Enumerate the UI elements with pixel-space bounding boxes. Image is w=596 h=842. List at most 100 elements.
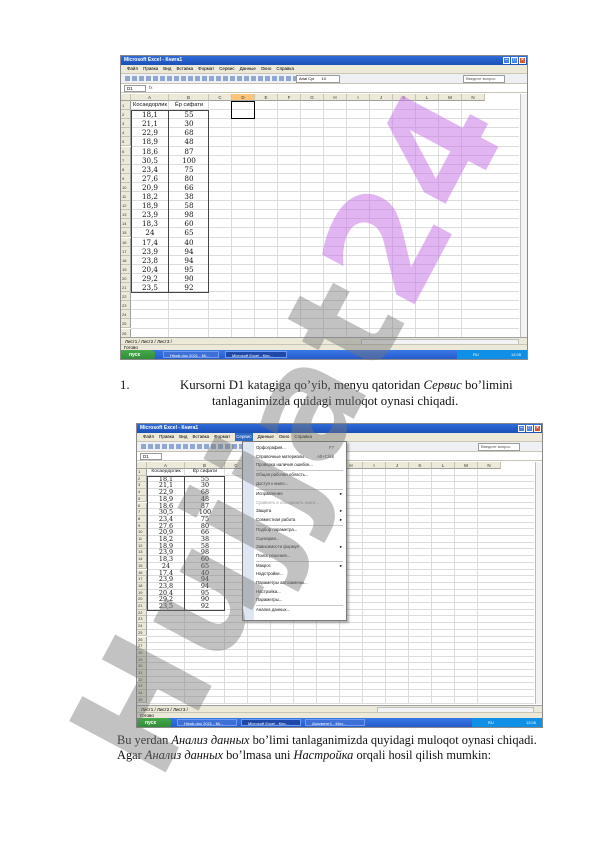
row-header[interactable]: 28 <box>137 649 147 657</box>
toolbar-button-icon[interactable] <box>218 444 223 449</box>
row-header[interactable]: 11 <box>121 192 131 202</box>
active-cell-d1[interactable] <box>231 101 255 120</box>
menu-item-8[interactable]: Справка <box>294 433 312 441</box>
close-icon[interactable]: × <box>534 425 541 432</box>
toolbar-button-icon[interactable] <box>146 76 151 81</box>
fx-icon[interactable]: fx <box>149 84 153 92</box>
menu-item-4[interactable]: Формат <box>198 65 214 73</box>
menu-item-3[interactable]: Вставка <box>192 433 209 441</box>
row-header[interactable]: 16 <box>121 237 131 247</box>
servis-menu-item-14[interactable]: Надстройки... <box>256 570 342 578</box>
row-header[interactable]: 23 <box>137 616 147 624</box>
toolbar-button-icon[interactable] <box>223 76 228 81</box>
row-header[interactable]: 20 <box>137 596 147 603</box>
toolbar-button-icon[interactable] <box>181 76 186 81</box>
row-header[interactable]: 29 <box>137 656 147 664</box>
column-header[interactable]: H <box>324 94 347 101</box>
toolbar-button-icon[interactable] <box>265 76 270 81</box>
vertical-scrollbar[interactable] <box>520 94 527 338</box>
row-header[interactable]: 11 <box>137 536 147 543</box>
toolbar-button-icon[interactable] <box>230 76 235 81</box>
toolbar-button-icon[interactable] <box>211 444 216 449</box>
row-header[interactable]: 23 <box>121 301 131 311</box>
menu-item-6[interactable]: Данные <box>240 65 256 73</box>
row-header[interactable]: 17 <box>121 246 131 256</box>
start-button[interactable]: пуск <box>137 718 171 727</box>
row-header[interactable]: 17 <box>137 576 147 583</box>
table-cell[interactable]: Ёр сифати <box>169 101 209 110</box>
row-header[interactable]: 34 <box>137 690 147 697</box>
row-header[interactable]: 14 <box>137 556 147 563</box>
row-header[interactable]: 22 <box>121 292 131 302</box>
font-name-select[interactable]: Arial Cyr 10 <box>296 75 340 83</box>
taskbar-task-word[interactable]: Hisob-doc 2021 - Mi... <box>177 719 237 726</box>
row-header[interactable]: 27 <box>137 643 147 650</box>
menu-item-5[interactable]: Сервис <box>219 65 234 73</box>
row-header[interactable]: 30 <box>137 663 147 670</box>
toolbar-button-icon[interactable] <box>167 76 172 81</box>
row-header[interactable]: 14 <box>121 219 131 229</box>
row-header[interactable]: 12 <box>137 542 147 550</box>
column-header[interactable]: D <box>232 94 255 101</box>
row-header[interactable]: 26 <box>137 636 147 644</box>
row-header[interactable]: 19 <box>137 589 147 597</box>
column-header[interactable]: N <box>462 94 485 101</box>
row-header[interactable]: 8 <box>137 515 147 523</box>
row-header[interactable]: 6 <box>137 502 147 510</box>
servis-menu-item-10[interactable]: Сценарии... <box>256 535 342 543</box>
row-header[interactable]: 21 <box>137 603 147 610</box>
toolbar-button-icon[interactable] <box>202 76 207 81</box>
toolbar-button-icon[interactable] <box>272 76 277 81</box>
servis-menu-item-6[interactable]: Сравнить и объединить книги... <box>256 499 342 507</box>
row-header[interactable]: 6 <box>121 146 131 156</box>
row-header[interactable]: 32 <box>137 676 147 684</box>
row-header[interactable]: 2 <box>137 475 147 483</box>
servis-menu-item-17[interactable]: Параметры... <box>256 596 342 604</box>
row-header[interactable]: 19 <box>121 264 131 274</box>
servis-menu-item-1[interactable]: Справочные материалы... Alt+Click <box>256 453 342 461</box>
row-header[interactable]: 25 <box>137 629 147 637</box>
row-header[interactable]: 4 <box>137 489 147 496</box>
toolbar-button-icon[interactable] <box>148 444 153 449</box>
row-header[interactable]: 18 <box>121 255 131 265</box>
column-header[interactable]: J <box>386 462 409 469</box>
menu-item-2[interactable]: Вид <box>179 433 187 441</box>
servis-menu-item-16[interactable]: Настройка... <box>256 588 342 596</box>
minimize-icon[interactable]: – <box>518 425 525 432</box>
toolbar-button-icon[interactable] <box>195 76 200 81</box>
column-header[interactable]: J <box>370 94 393 101</box>
menu-item-4[interactable]: Формат <box>214 433 230 441</box>
toolbar-button-icon[interactable] <box>169 444 174 449</box>
menu-item-7[interactable]: Окно <box>279 433 289 441</box>
toolbar-button-icon[interactable] <box>153 76 158 81</box>
toolbar-button-icon[interactable] <box>155 444 160 449</box>
row-header[interactable]: 20 <box>121 273 131 283</box>
toolbar-button-icon[interactable] <box>141 444 146 449</box>
select-all-corner[interactable] <box>121 94 131 101</box>
toolbar-button-icon[interactable] <box>216 76 221 81</box>
row-header[interactable]: 33 <box>137 683 147 691</box>
row-header[interactable]: 24 <box>121 310 131 320</box>
column-header[interactable]: I <box>363 462 386 469</box>
menu-item-1[interactable]: Правка <box>143 65 158 73</box>
servis-menu-item-7[interactable]: Защита ▸ <box>256 507 342 515</box>
column-header[interactable]: E <box>255 94 278 101</box>
toolbar-button-icon[interactable] <box>225 444 230 449</box>
toolbar-button-icon[interactable] <box>237 76 242 81</box>
row-header[interactable]: 22 <box>137 609 147 617</box>
row-header[interactable]: 10 <box>137 529 147 536</box>
row-header[interactable]: 15 <box>137 562 147 570</box>
column-header[interactable]: B <box>169 94 209 101</box>
row-header[interactable]: 25 <box>121 319 131 329</box>
row-header[interactable]: 31 <box>137 670 147 677</box>
toolbar-button-icon[interactable] <box>139 76 144 81</box>
toolbar-button-icon[interactable] <box>160 76 165 81</box>
column-header[interactable]: A <box>147 462 185 469</box>
row-header[interactable]: 7 <box>137 509 147 516</box>
row-header[interactable]: 1 <box>137 469 147 476</box>
servis-menu-item-11[interactable]: Зависимости формул ▸ <box>256 543 342 551</box>
row-header[interactable]: 16 <box>137 569 147 577</box>
column-header[interactable]: I <box>347 94 370 101</box>
maximize-icon[interactable]: □ <box>526 425 533 432</box>
toolbar-button-icon[interactable] <box>162 444 167 449</box>
